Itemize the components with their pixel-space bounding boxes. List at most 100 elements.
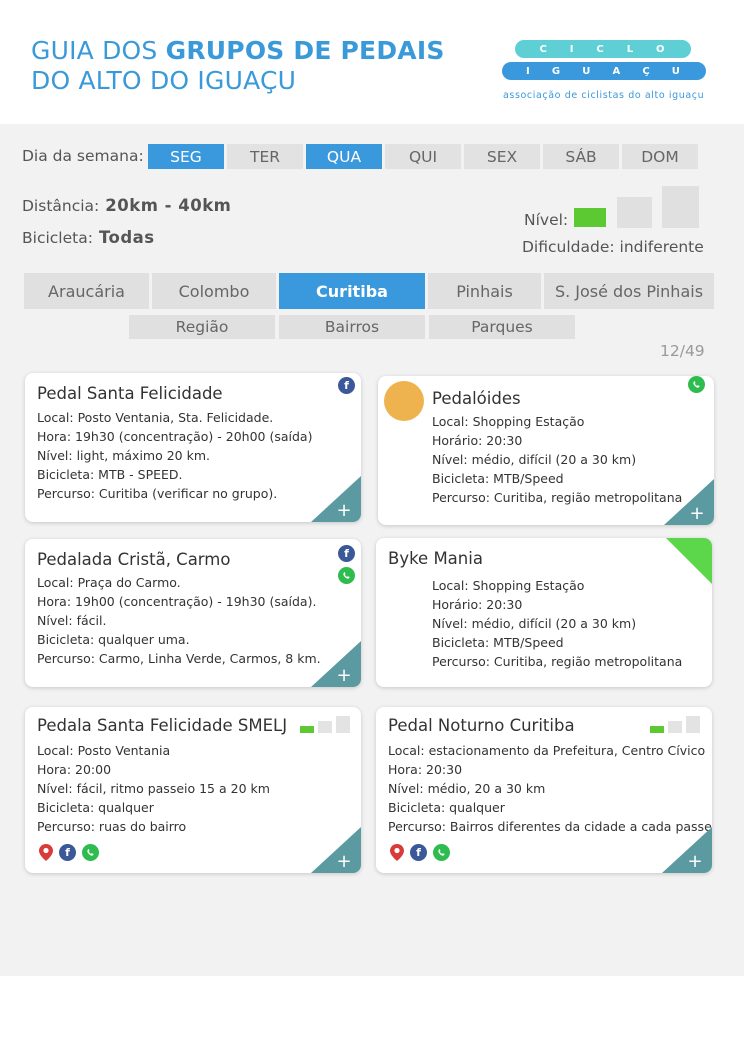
subfilter-regiao[interactable]: Região xyxy=(129,315,275,339)
subfilter-parques[interactable]: Parques xyxy=(429,315,575,339)
facebook-icon[interactable]: f xyxy=(338,377,355,394)
map-pin-icon[interactable] xyxy=(37,844,54,861)
card-level-bar-3 xyxy=(336,716,350,733)
level-bar-2[interactable] xyxy=(617,197,652,228)
day-filter-label: Dia da semana: xyxy=(22,147,144,165)
card-detail: Bicicleta: MTB - SPEED. xyxy=(37,467,183,482)
expand-plus-button[interactable]: + xyxy=(311,476,361,522)
expand-plus-button[interactable]: + xyxy=(664,479,714,525)
day-dom-button[interactable]: DOM xyxy=(622,144,698,169)
day-filter: SEG TER QUA QUI SEX SÁB DOM xyxy=(148,144,698,169)
facebook-icon[interactable]: f xyxy=(59,844,76,861)
logo-tagline: associação de ciclistas do alto iguaçu xyxy=(503,90,705,101)
facebook-icon[interactable]: f xyxy=(410,844,427,861)
logo-top-pill: C I C L O xyxy=(515,40,691,58)
distance-value: 20km - 40km xyxy=(105,196,232,215)
group-card[interactable]: Pedala Santa Felicidade SMELJ Local: Pos… xyxy=(25,707,361,873)
level-bar-1[interactable] xyxy=(574,208,606,227)
card-detail: Local: Shopping Estação xyxy=(432,414,585,429)
page-header: GUIA DOS GRUPOS DE PEDAIS DO ALTO DO IGU… xyxy=(0,0,744,124)
logo-letter: L xyxy=(626,43,636,55)
card-detail: Hora: 19h00 (concentração) - 19h30 (saíd… xyxy=(37,594,317,609)
card-title: Pedalóides xyxy=(432,389,521,408)
whatsapp-icon[interactable] xyxy=(433,844,450,861)
day-qua-button[interactable]: QUA xyxy=(306,144,382,169)
logo-letter: G xyxy=(551,65,563,77)
distance-filter[interactable]: Distância: 20km - 40km xyxy=(22,196,231,215)
card-detail: Bicicleta: qualquer uma. xyxy=(37,632,190,647)
bike-filter[interactable]: Bicicleta: Todas xyxy=(22,228,155,247)
card-detail: Hora: 19h30 (concentração) - 20h00 (saíd… xyxy=(37,429,313,444)
level-label: Nível: xyxy=(524,211,569,229)
group-card[interactable]: Pedal Santa Felicidade Local: Posto Vent… xyxy=(25,373,361,522)
card-level-bar-3 xyxy=(686,716,700,733)
card-level-bar-2 xyxy=(318,721,332,733)
bike-value: Todas xyxy=(98,228,155,247)
card-detail: Local: Praça do Carmo. xyxy=(37,575,181,590)
city-tab-pinhais[interactable]: Pinhais xyxy=(428,273,541,309)
card-detail: Nível: médio, difícil (20 a 30 km) xyxy=(432,452,637,467)
city-tab-colombo[interactable]: Colombo xyxy=(152,273,276,309)
card-title: Pedalada Cristã, Carmo xyxy=(37,550,231,569)
card-title: Pedal Noturno Curitiba xyxy=(388,716,575,735)
subfilter-bairros[interactable]: Bairros xyxy=(279,315,425,339)
expand-plus-button[interactable]: + xyxy=(311,641,361,687)
card-detail: Nível: fácil, ritmo passeio 15 a 20 km xyxy=(37,781,270,796)
card-title: Pedala Santa Felicidade SMELJ xyxy=(37,716,288,735)
whatsapp-icon[interactable] xyxy=(82,844,99,861)
plus-icon: + xyxy=(687,851,702,872)
ciclo-iguacu-logo: C I C L O I G U A Ç U associação de cicl… xyxy=(500,38,712,104)
card-detail: Horário: 20:30 xyxy=(432,597,523,612)
card-detail: Percurso: Curitiba (verificar no grupo). xyxy=(37,486,278,501)
plus-icon: + xyxy=(689,503,704,524)
expand-plus-button[interactable]: + xyxy=(311,827,361,873)
day-sab-button[interactable]: SÁB xyxy=(543,144,619,169)
card-detail: Hora: 20:00 xyxy=(37,762,112,777)
card-detail: Bicicleta: MTB/Speed xyxy=(432,635,564,650)
card-detail: Local: Posto Ventania, Sta. Felicidade. xyxy=(37,410,274,425)
expand-plus-button[interactable]: + xyxy=(662,827,712,873)
logo-bottom-pill: I G U A Ç U xyxy=(502,62,706,80)
group-card[interactable]: Pedalada Cristã, Carmo Local: Praça do C… xyxy=(25,539,361,687)
card-title: Pedal Santa Felicidade xyxy=(37,384,223,403)
city-tab-araucaria[interactable]: Araucária xyxy=(24,273,149,309)
card-detail: Local: Posto Ventania xyxy=(37,743,171,758)
results-counter: 12/49 xyxy=(660,342,705,360)
logo-letter: C xyxy=(596,43,606,55)
distance-label: Distância: xyxy=(22,197,100,215)
card-level-bar-2 xyxy=(668,721,682,733)
day-seg-button[interactable]: SEG xyxy=(148,144,224,169)
difficulty-text: Dificuldade: indiferente xyxy=(522,238,704,256)
card-level-bar-1 xyxy=(650,726,664,733)
group-card[interactable]: Pedal Noturno Curitiba Local: estacionam… xyxy=(376,707,712,873)
card-detail: Percurso: Curitiba, região metropolitana xyxy=(432,654,683,669)
group-card[interactable]: Byke Mania Local: Shopping Estação Horár… xyxy=(376,538,712,687)
group-card[interactable]: Pedalóides Local: Shopping Estação Horár… xyxy=(378,376,714,525)
card-detail: Local: Shopping Estação xyxy=(432,578,585,593)
logo-letter: I xyxy=(526,65,532,77)
card-detail: Local: estacionamento da Prefeitura, Cen… xyxy=(388,743,706,758)
whatsapp-icon[interactable] xyxy=(338,567,355,584)
logo-letter: I xyxy=(569,43,576,55)
level-bar-3[interactable] xyxy=(662,186,699,228)
title-line1-pre: GUIA DOS xyxy=(31,36,166,65)
day-qui-button[interactable]: QUI xyxy=(385,144,461,169)
whatsapp-icon[interactable] xyxy=(688,376,705,393)
logo-letter: O xyxy=(656,43,667,55)
map-pin-icon[interactable] xyxy=(388,844,405,861)
card-detail: Hora: 20:30 xyxy=(388,762,463,777)
facebook-icon[interactable]: f xyxy=(338,545,355,562)
logo-letter: Ç xyxy=(642,65,652,77)
card-detail: Nível: fácil. xyxy=(37,613,107,628)
card-level-bar-1 xyxy=(300,726,314,733)
card-detail: Nível: médio, 20 a 30 km xyxy=(388,781,546,796)
day-sex-button[interactable]: SEX xyxy=(464,144,540,169)
bike-label: Bicicleta: xyxy=(22,229,93,247)
card-detail: Percurso: ruas do bairro xyxy=(37,819,187,834)
logo-letter: A xyxy=(612,65,623,77)
city-tab-sao-jose-dos-pinhais[interactable]: S. José dos Pinhais xyxy=(544,273,714,309)
logo-letter: C xyxy=(539,43,549,55)
city-tab-curitiba[interactable]: Curitiba xyxy=(279,273,425,309)
page-title: GUIA DOS GRUPOS DE PEDAIS DO ALTO DO IGU… xyxy=(31,36,445,96)
day-ter-button[interactable]: TER xyxy=(227,144,303,169)
